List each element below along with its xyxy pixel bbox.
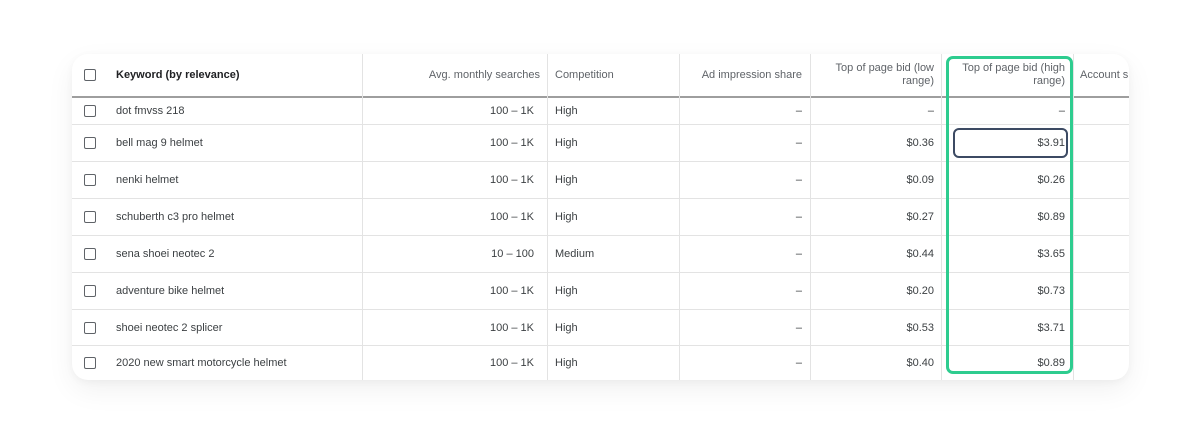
cell-top-bid-low: $0.53 (906, 321, 934, 334)
row-checkbox[interactable] (84, 248, 96, 260)
cell-top-bid-low: $0.20 (906, 285, 934, 297)
table-row[interactable]: bell mag 9 helmet 100 – 1K High – $0.36 $3.91 (72, 125, 1129, 162)
cell-ad-impression-share: – (795, 137, 802, 149)
cell-keyword: bell mag 9 helmet (116, 137, 203, 149)
cell-avg-monthly-searches: 100 – 1K (489, 285, 534, 297)
column-header-top-bid-high[interactable]: Top of page bid (high range) (942, 54, 1065, 96)
table-row[interactable]: dot fmvss 218 100 – 1K High – – – (72, 98, 1129, 125)
column-divider (1073, 54, 1074, 380)
cell-top-bid-low: – (927, 105, 934, 117)
row-select-cell (84, 310, 98, 345)
table-row[interactable]: adventure bike helmet 100 – 1K High – $0.20 $… (72, 273, 1129, 310)
column-header-avg-monthly-searches[interactable]: Avg. monthly searches (362, 54, 540, 96)
cell-top-bid-high: $3.91 (1037, 137, 1065, 149)
table-row[interactable]: sena shoei neotec 2 10 – 100 Medium – $0.44 $… (72, 236, 1129, 273)
cell-top-bid-high: $0.26 (1037, 174, 1065, 186)
cell-avg-monthly-searches: 100 – 1K (489, 357, 534, 369)
cell-top-bid-high: $0.89 (1037, 357, 1065, 369)
row-checkbox[interactable] (84, 174, 96, 186)
column-header-keyword[interactable]: Keyword (by relevance) (116, 54, 356, 96)
select-all-cell (84, 54, 98, 96)
cell-top-bid-high: $0.89 (1037, 211, 1065, 223)
row-checkbox[interactable] (84, 211, 96, 223)
cell-competition: High (555, 321, 578, 334)
cell-avg-monthly-searches: 100 – 1K (489, 321, 534, 334)
row-select-cell (84, 162, 98, 198)
column-header-ad-impression-share[interactable]: Ad impression share (679, 54, 802, 96)
cell-top-bid-high: – (1058, 105, 1065, 117)
cell-competition: Medium (555, 248, 595, 260)
row-checkbox[interactable] (84, 285, 96, 297)
row-checkbox[interactable] (84, 321, 96, 334)
cell-top-bid-low: $0.40 (906, 357, 934, 369)
cell-competition: High (555, 174, 578, 186)
cell-keyword: shoei neotec 2 splicer (116, 321, 223, 334)
cell-top-bid-high: $3.71 (1037, 321, 1065, 334)
cell-ad-impression-share: – (795, 248, 802, 260)
cell-competition: High (555, 105, 578, 117)
column-divider (547, 54, 548, 380)
table-header-row: Keyword (by relevance) Avg. monthly sear… (72, 54, 1129, 98)
cell-competition: High (555, 137, 578, 149)
cell-keyword: nenki helmet (116, 174, 179, 186)
cell-top-bid-high: $0.73 (1037, 285, 1065, 297)
cell-top-bid-low: $0.36 (906, 137, 934, 149)
cell-top-bid-low: $0.44 (906, 248, 934, 260)
cell-top-bid-low: $0.09 (906, 174, 934, 186)
cell-ad-impression-share: – (795, 174, 802, 186)
cell-ad-impression-share: – (795, 211, 802, 223)
column-divider (810, 54, 811, 380)
cell-keyword: sena shoei neotec 2 (116, 248, 215, 260)
table-row[interactable]: 2020 new smart motorcycle helmet 100 – 1K… (72, 346, 1129, 380)
row-select-cell (84, 346, 98, 380)
cell-keyword: 2020 new smart motorcycle helmet (116, 357, 287, 369)
column-header-competition[interactable]: Competition (555, 54, 675, 96)
cell-avg-monthly-searches: 100 – 1K (489, 137, 534, 149)
row-select-cell (84, 199, 98, 235)
cell-keyword: schuberth c3 pro helmet (116, 211, 235, 223)
cell-top-bid-low: $0.27 (906, 211, 934, 223)
cell-competition: High (555, 211, 578, 223)
cell-ad-impression-share: – (795, 357, 802, 369)
keyword-table: Keyword (by relevance) Avg. monthly sear… (72, 54, 1129, 380)
cell-keyword: dot fmvss 218 (116, 105, 185, 117)
column-divider (679, 54, 680, 380)
row-checkbox[interactable] (84, 105, 96, 117)
table-row[interactable]: nenki helmet 100 – 1K High – $0.09 $0.26 (72, 162, 1129, 199)
cell-competition: High (555, 357, 578, 369)
cell-avg-monthly-searches: 100 – 1K (489, 174, 534, 186)
select-all-checkbox[interactable] (84, 69, 96, 81)
column-header-top-bid-low[interactable]: Top of page bid (low range) (811, 54, 934, 96)
cell-avg-monthly-searches: 10 – 100 (491, 248, 534, 260)
row-select-cell (84, 236, 98, 272)
cell-ad-impression-share: – (795, 285, 802, 297)
keyword-table-card: Keyword (by relevance) Avg. monthly sear… (72, 54, 1129, 380)
cell-avg-monthly-searches: 100 – 1K (489, 211, 534, 223)
cell-ad-impression-share: – (795, 321, 802, 334)
cell-ad-impression-share: – (795, 105, 802, 117)
row-checkbox[interactable] (84, 137, 96, 149)
row-select-cell (84, 125, 98, 161)
row-checkbox[interactable] (84, 357, 96, 369)
table-row[interactable]: shoei neotec 2 splicer 100 – 1K High – $0.53… (72, 310, 1129, 346)
cell-keyword: adventure bike helmet (116, 285, 225, 297)
table-row[interactable]: schuberth c3 pro helmet 100 – 1K High – $0.2… (72, 199, 1129, 236)
column-divider (941, 54, 942, 380)
cell-competition: High (555, 285, 578, 297)
row-select-cell (84, 273, 98, 309)
cell-top-bid-high: $3.65 (1037, 248, 1065, 260)
column-divider (362, 54, 363, 380)
column-header-account-status[interactable]: Account s (1080, 54, 1129, 96)
cell-avg-monthly-searches: 100 – 1K (489, 105, 534, 117)
row-select-cell (84, 98, 98, 124)
